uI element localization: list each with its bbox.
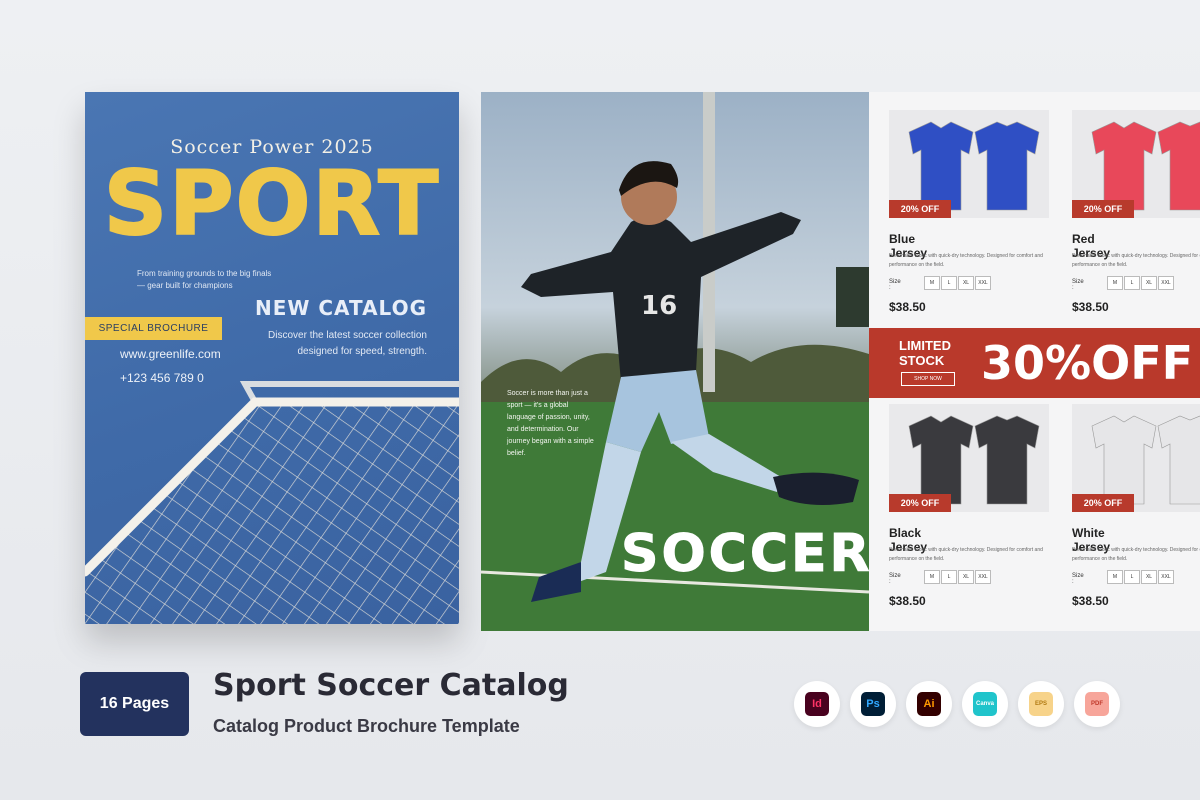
format-label: Ps xyxy=(861,692,885,716)
page-count-badge: 16 Pages xyxy=(80,672,189,736)
catalog-cover: Soccer Power 2025 SPORT From training gr… xyxy=(85,92,459,624)
discount-badge: 20% OFF xyxy=(1072,200,1134,218)
size-label: Size : xyxy=(889,573,901,585)
size-option-1[interactable]: L xyxy=(941,570,957,584)
product-price: $38.50 xyxy=(1072,300,1109,314)
format-label: PDF xyxy=(1085,692,1109,716)
size-option-3[interactable]: XXL xyxy=(975,276,991,290)
discount-badge: 20% OFF xyxy=(1072,494,1134,512)
format-label: Id xyxy=(805,692,829,716)
size-option-2[interactable]: XL xyxy=(1141,276,1157,290)
jersey-back-shape xyxy=(974,415,1040,505)
product-title: Sport Soccer Catalog xyxy=(213,668,569,703)
product-price: $38.50 xyxy=(889,300,926,314)
jersey-front-shape xyxy=(1091,415,1157,505)
discount-badge: 20% OFF xyxy=(889,200,951,218)
size-option-3[interactable]: XXL xyxy=(1158,570,1174,584)
size-option-3[interactable]: XXL xyxy=(1158,276,1174,290)
cover-tagline: From training grounds to the big finals … xyxy=(137,269,272,290)
size-option-2[interactable]: XL xyxy=(1141,570,1157,584)
jersey-back-shape xyxy=(974,121,1040,211)
size-label: Size : xyxy=(1072,279,1084,291)
soccer-story-text: Soccer is more than just a sport — it's … xyxy=(507,390,594,457)
size-option-1[interactable]: L xyxy=(1124,570,1140,584)
pdf-file-icon: PDF xyxy=(1074,681,1120,727)
size-option-2[interactable]: XL xyxy=(958,276,974,290)
eps-file-icon: EPS xyxy=(1018,681,1064,727)
cover-website: www.greenlife.com xyxy=(120,347,221,361)
soccer-headline: SOCCER xyxy=(621,524,869,585)
jersey-back-shape xyxy=(1157,121,1200,211)
size-option-0[interactable]: M xyxy=(924,570,940,584)
jersey-number: 16 xyxy=(641,291,677,321)
cover-title: SPORT xyxy=(103,152,441,255)
size-option-0[interactable]: M xyxy=(924,276,940,290)
product-price: $38.50 xyxy=(889,594,926,608)
canva-icon: Canva xyxy=(962,681,1008,727)
discount-badge: 20% OFF xyxy=(889,494,951,512)
format-label: EPS xyxy=(1029,692,1053,716)
jersey-back-shape xyxy=(1157,415,1200,505)
size-label: Size : xyxy=(1072,573,1084,585)
size-label: Size : xyxy=(889,279,901,291)
new-catalog-heading: NEW CATALOG xyxy=(254,296,427,320)
player-photo-page: 16 Soccer is more than just a sport — it… xyxy=(481,92,869,631)
product-price: $38.50 xyxy=(1072,594,1109,608)
jersey-front-shape xyxy=(908,415,974,505)
product-description: Breathable fabric with quick-dry technol… xyxy=(1072,253,1200,268)
product-description: Breathable fabric with quick-dry technol… xyxy=(889,547,1043,562)
discount-headline: 30%OFF xyxy=(981,336,1194,390)
size-option-1[interactable]: L xyxy=(1124,276,1140,290)
photoshop-icon: Ps xyxy=(850,681,896,727)
format-label: Canva xyxy=(973,692,997,716)
size-option-3[interactable]: XXL xyxy=(975,570,991,584)
jersey-front-shape xyxy=(908,121,974,211)
format-label: Ai xyxy=(917,692,941,716)
product-description: Breathable fabric with quick-dry technol… xyxy=(889,253,1043,268)
product-page: 20% OFF Blue Jersey Breathable fabric wi… xyxy=(869,92,1200,631)
special-brochure-label: SPECIAL BROCHURE xyxy=(85,317,222,340)
goal-net-image xyxy=(85,381,459,624)
limited-stock-banner: LIMITED STOCK SHOP NOW 30%OFF xyxy=(869,328,1200,398)
shop-now-button[interactable]: SHOP NOW xyxy=(901,372,955,386)
size-option-1[interactable]: L xyxy=(941,276,957,290)
jersey-front-shape xyxy=(1091,121,1157,211)
illustrator-icon: Ai xyxy=(906,681,952,727)
limited-stock-label: LIMITED STOCK xyxy=(899,338,951,368)
size-option-0[interactable]: M xyxy=(1107,570,1123,584)
size-option-2[interactable]: XL xyxy=(958,570,974,584)
indesign-icon: Id xyxy=(794,681,840,727)
size-option-0[interactable]: M xyxy=(1107,276,1123,290)
cover-description: Discover the latest soccer collection de… xyxy=(268,330,427,357)
product-subtitle: Catalog Product Brochure Template xyxy=(213,716,520,736)
product-description: Breathable fabric with quick-dry technol… xyxy=(1072,547,1200,562)
